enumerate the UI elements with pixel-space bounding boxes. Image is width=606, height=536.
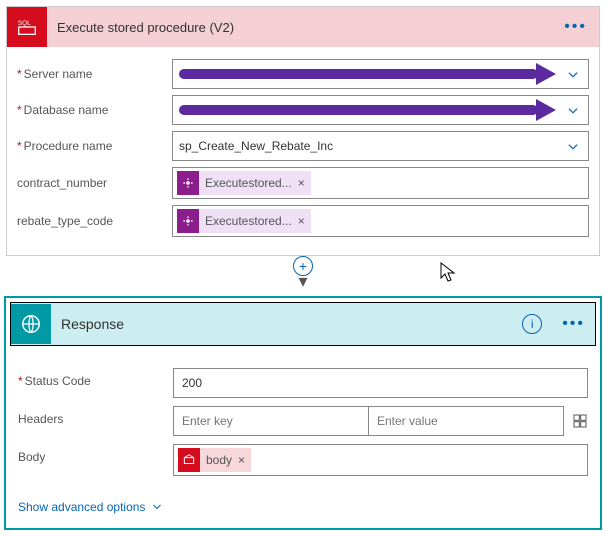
flow-connector: + ▾ [0, 256, 606, 296]
procedure-name-dropdown[interactable]: sp_Create_New_Rebate_Inc [172, 131, 589, 161]
show-advanced-options-link[interactable]: Show advanced options [18, 500, 163, 514]
database-name-dropdown[interactable] [172, 95, 589, 125]
response-card: Response i ••• *Status Code Headers Body [4, 296, 602, 530]
execute-sp-card: SQL Execute stored procedure (V2) ••• *S… [6, 6, 600, 256]
rebate-type-code-field[interactable]: Executestored... × [172, 205, 589, 237]
rebate-type-code-label: rebate_type_code [17, 214, 172, 228]
card-menu-button[interactable]: ••• [552, 315, 595, 333]
procedure-name-value: sp_Create_New_Rebate_Inc [179, 139, 333, 153]
chevron-down-icon [151, 501, 163, 513]
card-body: *Status Code Headers Body body [6, 350, 600, 528]
card-body: *Server name *Database name [7, 47, 599, 255]
headers-label: Headers [18, 406, 173, 426]
server-name-label: *Server name [17, 67, 172, 81]
token-execute-stored[interactable]: Executestored... × [177, 209, 311, 233]
card-header[interactable]: Response i ••• [10, 302, 596, 346]
header-key-input[interactable] [173, 406, 368, 436]
status-code-input[interactable] [173, 368, 588, 398]
chevron-down-icon [566, 68, 580, 82]
card-title: Response [51, 316, 522, 332]
card-header[interactable]: SQL Execute stored procedure (V2) ••• [7, 7, 599, 47]
status-code-label: *Status Code [18, 368, 173, 388]
server-name-dropdown[interactable] [172, 59, 589, 89]
body-label: Body [18, 444, 173, 464]
procedure-name-label: *Procedure name [17, 139, 172, 153]
info-button[interactable]: i [522, 314, 542, 334]
chevron-down-icon [566, 140, 580, 154]
token-body[interactable]: body × [178, 448, 251, 472]
globe-icon [11, 304, 51, 344]
token-label: body [206, 453, 232, 467]
arrow-down-icon: ▾ [298, 274, 307, 288]
chevron-down-icon [566, 104, 580, 118]
token-remove-icon[interactable]: × [238, 453, 245, 467]
dynamic-content-icon [177, 171, 199, 195]
token-execute-stored[interactable]: Executestored... × [177, 171, 311, 195]
dynamic-content-icon [177, 209, 199, 233]
token-label: Executestored... [205, 214, 292, 228]
contract-number-field[interactable]: Executestored... × [172, 167, 589, 199]
mouse-cursor-icon [440, 262, 456, 282]
card-menu-button[interactable]: ••• [552, 18, 599, 36]
token-label: Executestored... [205, 176, 292, 190]
sql-icon: SQL [7, 7, 47, 47]
header-value-input[interactable] [368, 406, 564, 436]
database-name-label: *Database name [17, 103, 172, 117]
svg-text:SQL: SQL [18, 20, 31, 27]
token-remove-icon[interactable]: × [298, 176, 305, 190]
sql-icon [178, 448, 200, 472]
token-remove-icon[interactable]: × [298, 214, 305, 228]
card-title: Execute stored procedure (V2) [47, 20, 552, 35]
annotation-arrow [179, 69, 554, 79]
add-step-button[interactable]: + [293, 256, 313, 276]
annotation-arrow [179, 105, 554, 115]
switch-mode-icon[interactable] [572, 413, 588, 429]
body-field[interactable]: body × [173, 444, 588, 476]
contract-number-label: contract_number [17, 176, 172, 190]
